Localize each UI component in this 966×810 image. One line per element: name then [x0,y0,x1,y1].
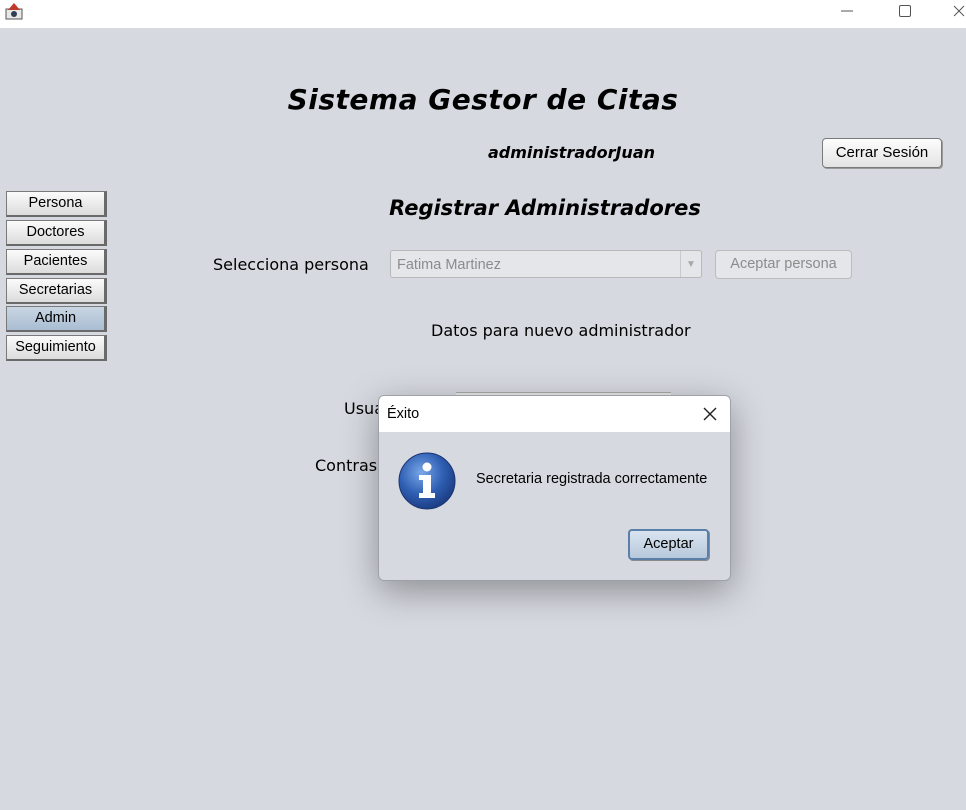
close-icon[interactable] [698,402,722,426]
select-person-label: Selecciona persona [213,255,369,274]
info-icon [398,452,456,510]
section-title: Registrar Administradores [389,196,701,220]
close-icon[interactable] [944,0,966,22]
maximize-icon[interactable] [890,0,920,22]
sidebar-item-doctores[interactable]: Doctores [6,220,107,246]
app-title: Sistema Gestor de Citas [287,83,679,116]
new-admin-heading: Datos para nuevo administrador [431,321,691,340]
dialog-message: Secretaria registrada correctamente [476,471,708,487]
sidebar-item-seguimiento[interactable]: Seguimiento [6,335,107,361]
select-person-combo[interactable]: Fatima Martinez ▼ [390,250,702,278]
window-titlebar [0,0,966,28]
logout-button[interactable]: Cerrar Sesión [822,138,942,168]
success-dialog: Éxito Secretaria registrada correctament… [378,395,731,581]
sidebar-item-admin[interactable]: Admin [6,306,107,332]
chevron-down-icon[interactable]: ▼ [680,251,701,277]
sidebar-item-secretarias[interactable]: Secretarias [6,278,107,304]
password-label: Contras [315,456,378,475]
sidebar-item-pacientes[interactable]: Pacientes [6,249,107,275]
minimize-icon[interactable] [832,0,862,22]
select-person-value: Fatima Martinez [397,257,501,273]
dialog-ok-button[interactable]: Aceptar [628,529,709,560]
dialog-titlebar: Éxito [379,396,730,432]
dialog-title: Éxito [387,406,420,422]
java-duke-icon [5,3,23,20]
accept-person-button[interactable]: Aceptar persona [715,250,852,279]
username-label: administradorJuan [488,143,656,162]
